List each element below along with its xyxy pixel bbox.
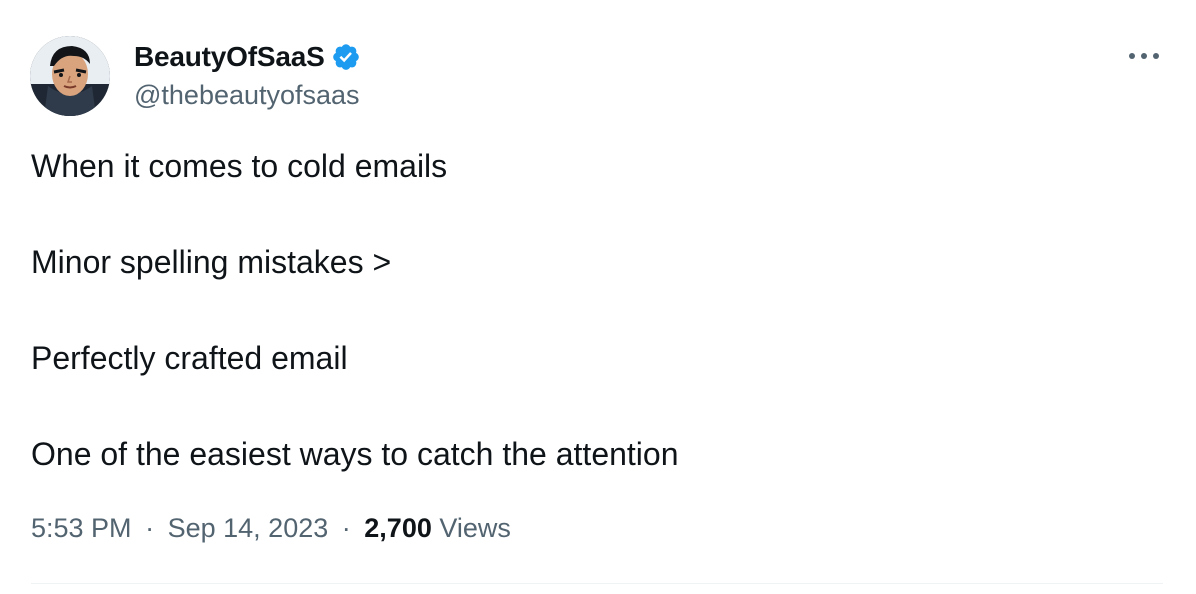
more-horizontal-icon [1129, 53, 1159, 59]
more-options-button[interactable] [1122, 38, 1166, 74]
tweet-card: BeautyOfSaaS @thebeautyofsaas When it co… [0, 0, 1196, 594]
author-block: BeautyOfSaaS @thebeautyofsaas [134, 40, 361, 111]
meta-separator: · [145, 513, 155, 543]
tweet-date[interactable]: Sep 14, 2023 [168, 513, 329, 543]
tweet-line: One of the easiest ways to catch the att… [31, 436, 679, 472]
tweet-line: Perfectly crafted email [31, 340, 348, 376]
display-name[interactable]: BeautyOfSaaS [134, 41, 325, 73]
avatar-icon [30, 36, 110, 116]
name-row: BeautyOfSaaS [134, 40, 361, 74]
tweet-time[interactable]: 5:53 PM [31, 513, 132, 543]
views-label: Views [439, 513, 511, 543]
avatar[interactable] [30, 36, 110, 116]
tweet-meta: 5:53 PM · Sep 14, 2023 · 2,700 Views [31, 513, 511, 544]
tweet-line: Minor spelling mistakes > [31, 244, 392, 280]
user-handle[interactable]: @thebeautyofsaas [134, 80, 361, 111]
views-count: 2,700 [364, 513, 432, 543]
verified-badge-icon[interactable] [331, 42, 361, 72]
divider [31, 583, 1163, 584]
meta-separator: · [341, 513, 351, 543]
tweet-text: When it comes to cold emails Minor spell… [31, 146, 1161, 530]
tweet-line: When it comes to cold emails [31, 148, 448, 184]
